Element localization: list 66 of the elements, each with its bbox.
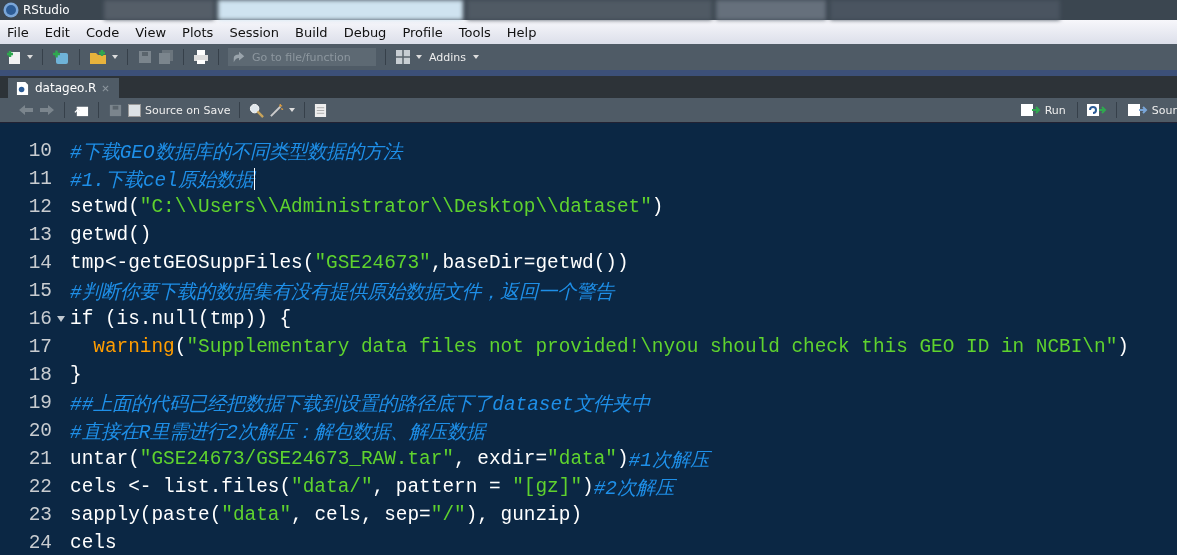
menu-item[interactable]: Session [229, 24, 279, 40]
code-line: #1.下载cel原始数据 [70, 167, 255, 193]
notebook-icon[interactable] [314, 102, 328, 118]
line-number: 13 [27, 224, 52, 246]
line-number: 22 [27, 476, 52, 498]
menu-item[interactable]: File [7, 24, 29, 40]
code-line: warning("Supplementary data files not provided!\nyou should check this GEO ID in NCBI\n") [93, 336, 1129, 358]
line-number: 14 [27, 252, 52, 274]
folder-icon[interactable] [89, 49, 107, 65]
line-number: 16 [27, 308, 52, 330]
menu-item[interactable]: Plots [182, 24, 214, 40]
source-button[interactable]: Sour [1125, 103, 1177, 117]
window-title: RStudio [23, 3, 70, 17]
new-project-icon[interactable] [52, 49, 70, 65]
code-line: cels [70, 532, 117, 554]
line-number: 24 [27, 532, 52, 554]
r-file-icon [16, 80, 29, 96]
checkbox[interactable] [128, 103, 141, 117]
line-number: 15 [27, 280, 52, 302]
code-line: setwd("C:\\Users\\Administrator\\Desktop\\dataset") [70, 196, 664, 218]
menu-item[interactable]: Code [85, 24, 120, 40]
line-number: 17 [27, 336, 52, 358]
menu-item[interactable]: View [135, 24, 167, 40]
code-line: #判断你要下载的数据集有没有提供原始数据文件，返回一个警告 [70, 280, 614, 305]
menu-item[interactable]: Tools [458, 24, 491, 40]
menu-item[interactable]: Edit [44, 24, 70, 40]
arrow-icon [232, 50, 246, 64]
code-line: sapply(paste("data", cels, sep="/"), gunzip) [70, 504, 583, 526]
line-number: 12 [27, 196, 52, 218]
menu-item[interactable]: Debug [343, 24, 387, 40]
code-line: if (is.null(tmp)) { [70, 308, 292, 330]
source-on-save-checkbox[interactable]: Source on Save [128, 103, 231, 117]
caret-icon[interactable] [289, 108, 296, 112]
run-button[interactable]: Run [1018, 103, 1068, 117]
line-number: 11 [27, 168, 52, 190]
magic-wand-icon[interactable] [269, 102, 285, 118]
line-number: 18 [27, 364, 52, 386]
rerun-icon[interactable] [1086, 103, 1107, 117]
printer-icon[interactable] [193, 49, 209, 65]
line-number: 19 [27, 392, 52, 414]
line-number: 21 [27, 448, 52, 470]
search-icon[interactable] [249, 102, 265, 118]
menu-item[interactable]: Profile [402, 24, 443, 40]
run-icon [1020, 103, 1041, 117]
line-number: 20 [27, 420, 52, 442]
code-line: #下载GEO数据库的不同类型数据的方法 [70, 140, 402, 165]
app-logo-icon [3, 2, 19, 18]
caret-icon[interactable] [27, 55, 33, 59]
code-line: } [70, 364, 82, 386]
addins-menu[interactable]: Addins [427, 50, 469, 64]
menu-item[interactable]: Help [506, 24, 537, 40]
caret-icon[interactable] [112, 55, 118, 59]
line-number: 23 [27, 504, 52, 526]
code-line: getwd() [70, 224, 152, 246]
line-number: 10 [27, 140, 52, 162]
fold-caret-icon[interactable] [57, 316, 65, 322]
code-line: ##上面的代码已经把数据下载到设置的路径底下了dataset文件夹中 [70, 392, 650, 417]
menu-item[interactable]: Build [295, 24, 328, 40]
grid-icon[interactable] [395, 49, 411, 65]
file-tab[interactable]: datageo.R [8, 78, 120, 98]
code-line: tmp<-getGEOSuppFiles("GSE24673",baseDir=getwd()) [70, 252, 629, 274]
caret-icon[interactable] [416, 55, 422, 59]
code-line: #直接在R里需进行2次解压：解包数据、解压数据 [70, 420, 485, 445]
source-icon [1127, 103, 1148, 117]
new-file-icon[interactable] [6, 49, 22, 65]
caret-icon[interactable] [473, 55, 480, 59]
